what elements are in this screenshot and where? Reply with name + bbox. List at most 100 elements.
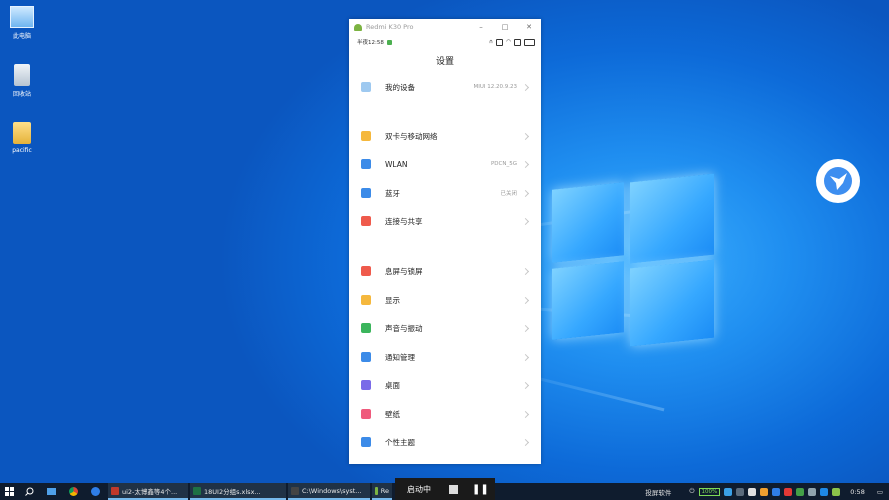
desktop-icon-label: 回收站 <box>12 91 31 98</box>
tray-app-icon[interactable] <box>808 487 817 496</box>
stop-button[interactable] <box>449 484 458 494</box>
signal-icon <box>496 38 504 46</box>
task-app-icon <box>375 486 378 495</box>
notification-icon <box>361 352 371 362</box>
battery-indicator[interactable]: 100% <box>698 487 721 496</box>
notification-center-icon[interactable]: ▭ <box>877 488 883 496</box>
settings-item[interactable]: WLAN PDCN_5G <box>349 150 541 178</box>
chevron-right-icon <box>521 189 530 197</box>
tray-app-icon[interactable] <box>820 487 829 496</box>
tray-app-icon[interactable] <box>796 487 805 496</box>
display-icon <box>361 295 371 305</box>
lock-icon <box>361 266 371 276</box>
pinned-app-mail[interactable] <box>40 483 62 500</box>
power-plug-icon: ⏻ <box>689 487 695 495</box>
taskbar-task[interactable]: Re <box>372 483 392 500</box>
android-icon <box>354 23 362 31</box>
battery-icon <box>524 38 535 46</box>
wallpaper-icon <box>361 409 371 419</box>
floating-app-button[interactable] <box>816 159 860 203</box>
minimize-button[interactable]: – <box>469 23 493 31</box>
sim-status-icon <box>514 38 521 46</box>
settings-item-value: 已关闭 <box>500 191 517 197</box>
home-icon <box>361 380 371 390</box>
taskbar-task-label: Re <box>380 486 389 495</box>
taskbar-task[interactable]: ui2-太博鑫等4个... <box>108 483 188 500</box>
system-tray: 投屏软件 ⏻ 100% 0:58 ▭ <box>645 483 889 500</box>
pinned-app-browser[interactable] <box>84 483 106 500</box>
chevron-right-icon <box>521 296 530 304</box>
theme-icon <box>361 437 371 447</box>
windows-logo <box>552 173 714 347</box>
share-icon <box>361 216 371 226</box>
pause-button[interactable]: ❚❚ <box>472 484 489 495</box>
page-title: 设置 <box>435 57 454 67</box>
chevron-right-icon <box>521 132 530 140</box>
maximize-button[interactable]: □ <box>493 23 517 31</box>
chrome-icon <box>68 487 78 496</box>
window-titlebar: Redmi K30 Pro – □ ✕ <box>349 19 541 35</box>
pinned-app-chrome[interactable] <box>62 483 84 500</box>
mail-icon <box>46 488 56 495</box>
clock[interactable]: 0:58 <box>850 488 865 496</box>
settings-item[interactable]: 连接与共享 <box>349 207 541 235</box>
sound-icon <box>361 323 371 333</box>
desktop-icon-recycle-bin[interactable]: 回收站 <box>2 64 42 98</box>
settings-item-label: 息屏与锁屏 <box>385 266 423 276</box>
chevron-right-icon <box>521 160 530 168</box>
settings-item[interactable]: 显示 <box>349 286 541 314</box>
chevron-right-icon <box>521 83 530 91</box>
settings-item-label: 蓝牙 <box>385 188 400 198</box>
recording-status: 启动中 <box>407 484 431 494</box>
bluetooth-icon <box>361 188 371 198</box>
settings-item[interactable]: 个性主题 <box>349 428 541 456</box>
search-button[interactable] <box>18 483 40 500</box>
browser-icon <box>90 487 100 496</box>
taskbar-task-label: C:\Windows\syst... <box>302 486 362 495</box>
task-app-icon <box>111 486 119 495</box>
settings-item-label: 连接与共享 <box>385 216 423 226</box>
sim-icon <box>361 131 371 141</box>
taskbar-task-label: 18UI2分组s.xlsx... <box>204 487 261 496</box>
settings-item[interactable]: 息屏与锁屏 <box>349 257 541 285</box>
phone-mirror-window: Redmi K30 Pro – □ ✕ 半夜12:58 ∩ ◠ 设置 我的设备 M… <box>349 19 541 464</box>
tray-app-icon[interactable] <box>832 487 841 496</box>
tray-app-icon[interactable] <box>748 487 757 496</box>
desktop-icon-this-pc[interactable]: 此电脑 <box>2 6 42 40</box>
tray-app-icon[interactable] <box>784 487 793 496</box>
close-button[interactable]: ✕ <box>517 23 541 31</box>
task-app-icon <box>193 486 201 495</box>
wifi-status-icon: ◠ <box>506 39 511 45</box>
taskbar-task-label: ui2-太博鑫等4个... <box>122 487 178 496</box>
chevron-right-icon <box>521 381 530 389</box>
settings-item-label: 我的设备 <box>385 82 415 92</box>
tray-app-icon[interactable] <box>772 487 781 496</box>
settings-item[interactable]: 壁纸 <box>349 400 541 428</box>
settings-item[interactable]: 双卡与移动网络 <box>349 122 541 150</box>
windows-start-icon <box>4 487 14 496</box>
taskbar-task[interactable]: 18UI2分组s.xlsx... <box>190 483 286 500</box>
settings-item[interactable]: 桌面 <box>349 371 541 399</box>
settings-item-label: 显示 <box>385 295 400 305</box>
taskbar-task[interactable]: C:\Windows\syst... <box>288 483 370 500</box>
start-button[interactable] <box>0 483 18 500</box>
settings-item-value: PDCN_5G <box>490 161 517 167</box>
status-time: 半夜12:58 <box>357 40 384 46</box>
phone-status-bar: 半夜12:58 ∩ ◠ <box>349 35 541 49</box>
recycle-bin-icon <box>14 64 30 86</box>
tray-app-icon[interactable] <box>724 487 733 496</box>
device-icon <box>361 82 371 92</box>
tray-app-icon[interactable] <box>760 487 769 496</box>
settings-item-label: 个性主题 <box>385 437 415 447</box>
wifi-icon <box>361 159 371 169</box>
desktop-icon-label: pacific <box>12 147 32 154</box>
desktop-icon-folder[interactable]: pacific <box>2 122 42 154</box>
settings-item[interactable]: 声音与振动 <box>349 314 541 342</box>
settings-item-label: 通知管理 <box>385 352 415 362</box>
settings-item[interactable]: 我的设备 MIUI 12.20.9.23 <box>349 73 541 101</box>
settings-item[interactable]: 通知管理 <box>349 343 541 371</box>
settings-item[interactable]: 蓝牙 已关闭 <box>349 179 541 207</box>
window-title: Redmi K30 Pro <box>366 23 414 31</box>
tray-app-icon[interactable] <box>736 487 745 496</box>
search-icon <box>24 487 33 496</box>
